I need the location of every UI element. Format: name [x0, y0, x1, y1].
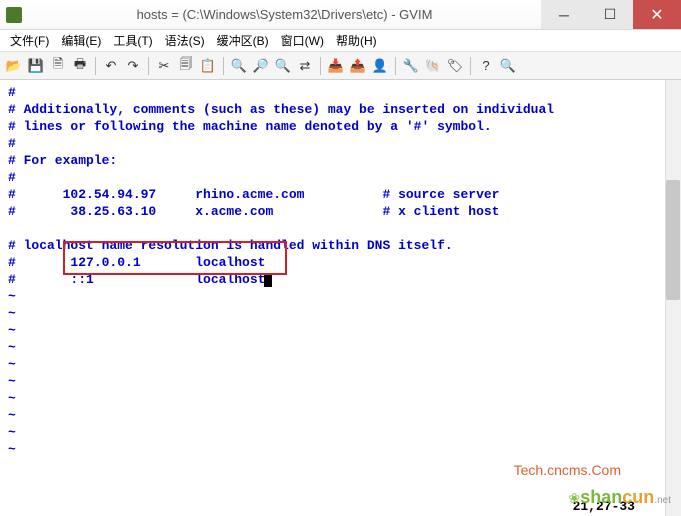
- window-controls: ─ ☐ ✕: [541, 0, 681, 29]
- vertical-scrollbar[interactable]: [665, 80, 681, 516]
- copy-icon[interactable]: 🗐: [176, 56, 196, 76]
- find-prev-icon[interactable]: 🔍: [273, 56, 293, 76]
- menu-syntax[interactable]: 语法(S): [159, 30, 211, 51]
- menu-file[interactable]: 文件(F): [4, 30, 55, 51]
- tag-icon[interactable]: 🏷: [445, 56, 465, 76]
- find-next-icon[interactable]: 🔎: [251, 56, 271, 76]
- replace-icon[interactable]: ⇄: [295, 56, 315, 76]
- cut-icon[interactable]: ✂: [154, 56, 174, 76]
- load-session-icon[interactable]: 📥: [326, 56, 346, 76]
- menu-tools[interactable]: 工具(T): [107, 30, 158, 51]
- redo-icon[interactable]: ↷: [123, 56, 143, 76]
- separator: [470, 57, 471, 75]
- close-button[interactable]: ✕: [633, 0, 681, 29]
- menu-buffers[interactable]: 缓冲区(B): [211, 30, 275, 51]
- statusbar: 21,27-33: [0, 496, 665, 516]
- save-session-icon[interactable]: 📤: [348, 56, 368, 76]
- open-icon[interactable]: 📂: [4, 56, 24, 76]
- menubar: 文件(F) 编辑(E) 工具(T) 语法(S) 缓冲区(B) 窗口(W) 帮助(…: [0, 30, 681, 52]
- menu-help[interactable]: 帮助(H): [330, 30, 383, 51]
- separator: [320, 57, 321, 75]
- script-icon[interactable]: 👤: [370, 56, 390, 76]
- shell-icon[interactable]: 🐚: [423, 56, 443, 76]
- window-title: hosts = (C:\Windows\System32\Drivers\etc…: [28, 7, 541, 22]
- text-buffer[interactable]: ## Additionally, comments (such as these…: [8, 84, 663, 496]
- separator: [148, 57, 149, 75]
- help-icon[interactable]: ?: [476, 56, 496, 76]
- menu-edit[interactable]: 编辑(E): [55, 30, 107, 51]
- paste-icon[interactable]: 📋: [198, 56, 218, 76]
- separator: [395, 57, 396, 75]
- menu-window[interactable]: 窗口(W): [275, 30, 330, 51]
- find-icon[interactable]: 🔍: [229, 56, 249, 76]
- undo-icon[interactable]: ↶: [101, 56, 121, 76]
- make-icon[interactable]: 🔧: [401, 56, 421, 76]
- save-icon[interactable]: 💾: [26, 56, 46, 76]
- leaf-icon: ❀: [569, 490, 581, 506]
- minimize-button[interactable]: ─: [541, 0, 587, 29]
- separator: [95, 57, 96, 75]
- maximize-button[interactable]: ☐: [587, 0, 633, 29]
- titlebar: hosts = (C:\Windows\System32\Drivers\etc…: [0, 0, 681, 30]
- separator: [223, 57, 224, 75]
- find-help-icon[interactable]: 🔍: [498, 56, 518, 76]
- gvim-icon: [6, 7, 22, 23]
- toolbar: 📂 💾 🗎 🖶 ↶ ↷ ✂ 🗐 📋 🔍 🔎 🔍 ⇄ 📥 📤 👤 🔧 🐚 🏷 ? …: [0, 52, 681, 80]
- editor-area: ## Additionally, comments (such as these…: [0, 80, 681, 516]
- save-all-icon[interactable]: 🗎: [48, 56, 68, 76]
- print-icon[interactable]: 🖶: [70, 56, 90, 76]
- watermark-brand: ❀shancun.net: [569, 487, 671, 508]
- scroll-thumb[interactable]: [666, 180, 680, 300]
- watermark-text: Tech.cncms.Com: [514, 462, 621, 478]
